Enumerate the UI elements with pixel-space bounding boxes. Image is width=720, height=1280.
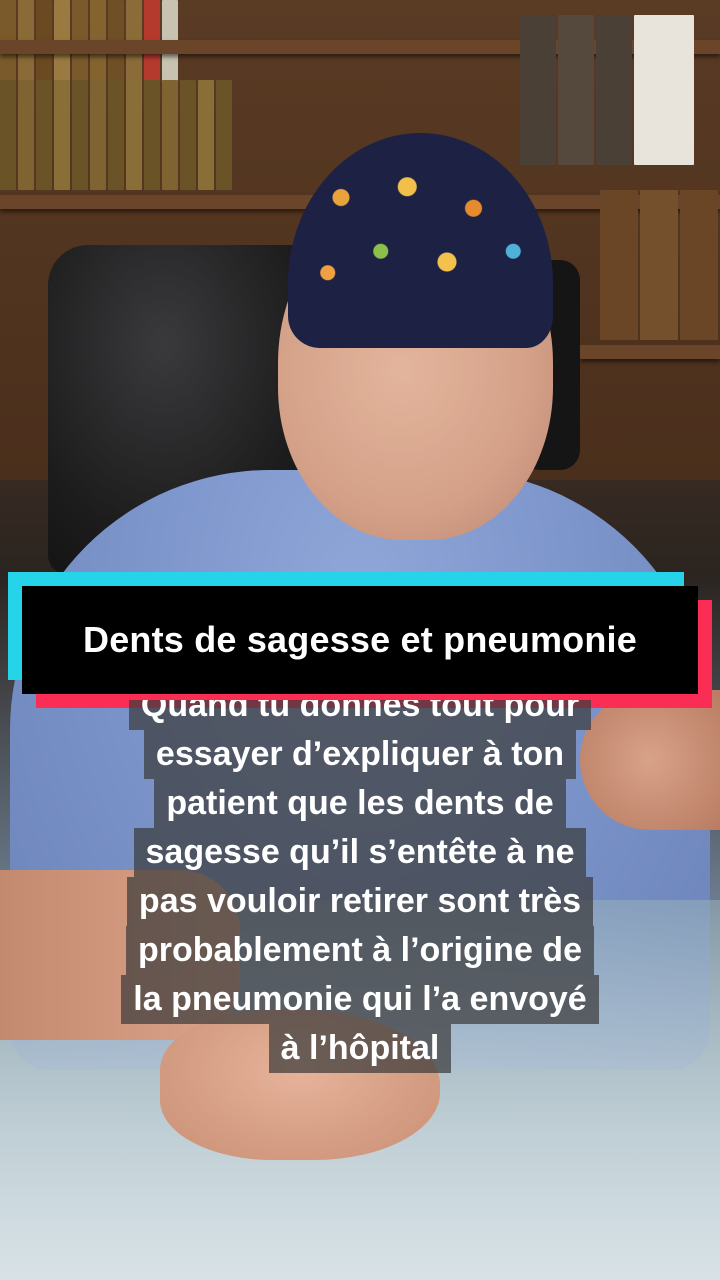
video-title: Dents de sagesse et pneumonie — [83, 619, 637, 660]
caption-line: essayer d’expliquer à ton — [143, 730, 577, 779]
caption-line: pas vouloir retirer sont très — [126, 877, 594, 926]
banner-box: Dents de sagesse et pneumonie — [22, 586, 698, 694]
caption-block: Quand tu donnes tout pour essayer d’expl… — [60, 700, 660, 1073]
caption-line: sagesse qu’il s’entête à ne — [133, 828, 587, 877]
title-banner: Dents de sagesse et pneumonie — [8, 572, 712, 708]
caption-line: patient que les dents de — [154, 779, 566, 828]
books-row — [520, 15, 694, 165]
shelf-board — [580, 345, 720, 359]
caption-line: à l’hôpital — [268, 1024, 452, 1073]
caption-line: probablement à l’origine de — [126, 926, 594, 975]
books-row — [600, 190, 718, 340]
caption-line: Quand tu donnes tout pour — [128, 700, 592, 730]
caption-line: la pneumonie qui l’a envoyé — [121, 975, 599, 1024]
books-row — [0, 80, 232, 190]
